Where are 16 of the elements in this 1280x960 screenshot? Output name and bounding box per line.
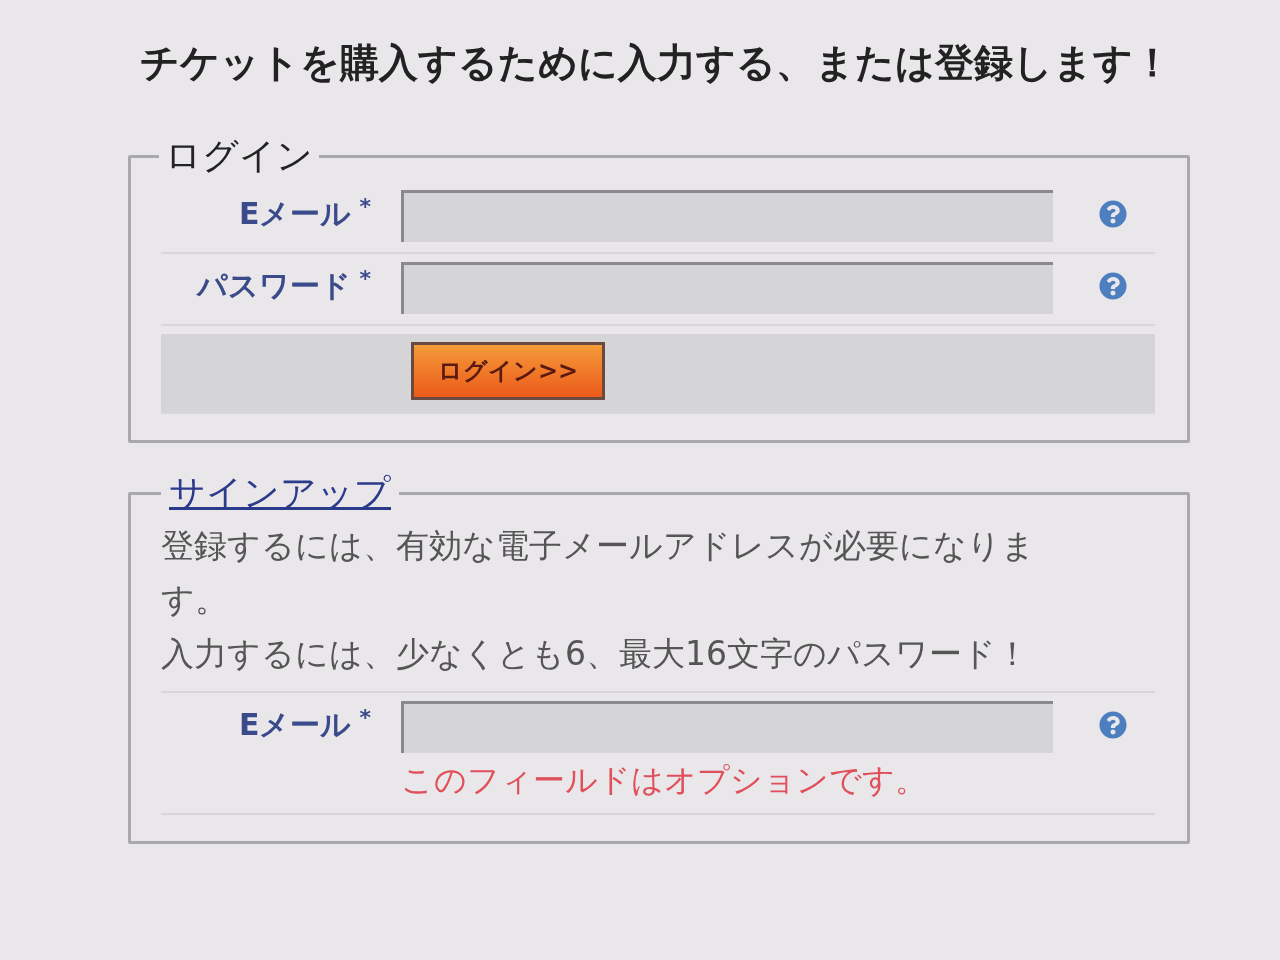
input-field[interactable] [401, 190, 1053, 242]
required-mark: * [359, 705, 371, 730]
field-label: Eメール * [238, 704, 371, 744]
signup-note: 登録するには、有効な電子メールアドレスが必要になります。 [161, 525, 1036, 621]
field-label: パスワード * [195, 265, 371, 305]
login-legend: ログイン [159, 136, 319, 176]
input-field[interactable] [401, 262, 1053, 314]
field-label: Eメール * [238, 193, 371, 233]
field-hint: このフィールドはオプションです。 [401, 760, 928, 801]
signup-link[interactable]: サインアップ [163, 472, 397, 513]
page-heading: チケットを購入するために入力する、または登録します！ [139, 39, 1173, 87]
input-field[interactable] [401, 701, 1053, 753]
required-mark: * [359, 194, 371, 219]
login-button[interactable]: ログイン>> [411, 342, 606, 400]
required-mark: * [359, 266, 371, 291]
signup-note: 入力するには、少なくとも6、最大16文字のパスワード！ [161, 633, 1030, 675]
